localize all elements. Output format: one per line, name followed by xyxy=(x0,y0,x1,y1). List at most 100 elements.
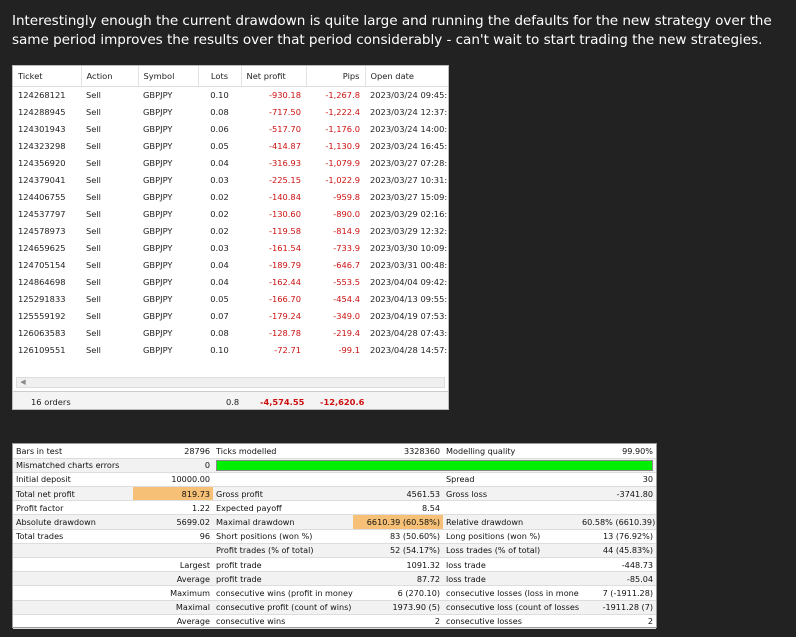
report-label: profit trade xyxy=(213,571,353,587)
report-row: Largest profit trade 1091.32 loss trade -448… xyxy=(13,557,657,573)
report-value xyxy=(353,472,444,488)
col-header-net-profit[interactable]: Net profit xyxy=(241,66,307,87)
col-header-lots[interactable]: Lots xyxy=(198,66,242,87)
order-row[interactable]: 124356920 Sell GBPJPY 0.04 -316.93 -1,079.9 20… xyxy=(13,154,448,171)
order-row[interactable]: 124659625 Sell GBPJPY 0.03 -161.54 -733.9 2023… xyxy=(13,239,449,256)
report-value: 99.90% xyxy=(579,444,657,459)
order-action: Sell xyxy=(86,327,101,338)
order-ticket: 124705154 xyxy=(18,259,66,270)
report-label: Gross profit xyxy=(213,486,353,502)
order-row[interactable]: 124323298 Sell GBPJPY 0.05 -414.87 -1,130.9 20… xyxy=(13,137,448,154)
col-header-action[interactable]: Action xyxy=(81,66,139,87)
order-action: Sell xyxy=(86,259,101,270)
order-symbol: GBPJPY xyxy=(143,344,173,355)
report-stat-kind: Average xyxy=(133,614,213,629)
order-pips: -1,222.4 xyxy=(325,106,360,117)
order-row[interactable]: 124379041 Sell GBPJPY 0.03 -225.15 -1,022.9 20… xyxy=(13,171,449,188)
order-pips: -454.4 xyxy=(333,293,360,304)
col-header-pips[interactable]: Pips xyxy=(306,66,366,87)
order-pips: -733.9 xyxy=(333,242,360,253)
report-value: 52 (54.17%) xyxy=(353,543,444,559)
report-stat-kind: Average xyxy=(133,571,213,587)
report-value: 44 (45.83%) xyxy=(579,543,657,559)
report-label xyxy=(13,543,133,559)
order-open-date: 2023/03/29 12:32:... xyxy=(370,225,449,236)
report-label: Bars in test xyxy=(13,444,133,459)
orders-table-panel: Ticket Action Symbol Lots Net profit Pip… xyxy=(12,65,449,410)
order-pips: -1,267.8 xyxy=(325,89,360,100)
report-value xyxy=(133,543,213,559)
report-row: Mismatched charts errors 0 xyxy=(13,458,657,473)
report-value: 96 xyxy=(133,529,213,544)
report-label xyxy=(443,500,580,516)
report-label: Ticks modelled xyxy=(213,444,353,459)
report-stat-kind: Maximal xyxy=(133,600,213,615)
report-label xyxy=(13,585,133,601)
report-value: 13 (76.92%) xyxy=(579,529,657,544)
report-label: Profit factor xyxy=(13,500,133,516)
order-row[interactable]: 126109551 Sell GBPJPY 0.10 -72.71 -99.1 2023/0… xyxy=(13,341,448,358)
order-row[interactable]: 124301943 Sell GBPJPY 0.06 -517.70 -1,176.0 20… xyxy=(13,120,448,137)
order-action: Sell xyxy=(86,140,101,151)
order-lots: 0.07 xyxy=(210,310,229,321)
order-net-profit: -225.15 xyxy=(268,174,301,185)
order-ticket: 125559192 xyxy=(18,310,66,321)
orders-total-pips: -12,620.6 xyxy=(320,397,365,407)
order-net-profit: -128.78 xyxy=(268,327,301,338)
order-row[interactable]: 126063583 Sell GBPJPY 0.08 -128.78 -219.4 2023… xyxy=(13,324,448,341)
order-pips: -1,079.9 xyxy=(325,157,360,168)
order-row[interactable]: 124537797 Sell GBPJPY 0.02 -130.60 -890.0 2023… xyxy=(13,205,449,222)
report-row: Bars in test 28796 Ticks modelled 3328360 Mo… xyxy=(13,444,657,459)
order-row[interactable]: 124578973 Sell GBPJPY 0.02 -119.58 -814.9 2023… xyxy=(13,222,449,239)
order-row[interactable]: 124705154 Sell GBPJPY 0.04 -189.79 -646.7 2023… xyxy=(13,256,448,273)
orders-table: Ticket Action Symbol Lots Net profit Pip… xyxy=(13,66,449,358)
order-row[interactable]: 124406755 Sell GBPJPY 0.02 -140.84 -959.8 2023… xyxy=(13,188,448,205)
report-label xyxy=(13,600,133,615)
order-symbol: GBPJPY xyxy=(143,208,173,219)
report-label: Absolute drawdown xyxy=(13,514,133,530)
order-row[interactable]: 125291833 Sell GBPJPY 0.05 -166.70 -454.4 2023… xyxy=(13,290,448,307)
horizontal-scrollbar[interactable]: ◀ xyxy=(16,377,445,388)
order-action: Sell xyxy=(86,344,101,355)
report-label: Relative drawdown xyxy=(443,514,580,530)
report-row: Absolute drawdown 5699.02 Maximal drawdown… xyxy=(13,514,657,530)
orders-total-net-profit: -4,574.55 xyxy=(260,397,305,407)
order-ticket: 124659625 xyxy=(18,242,66,253)
order-row[interactable]: 125559192 Sell GBPJPY 0.07 -179.24 -349.0 2023… xyxy=(13,307,448,324)
report-value: 10000.00 xyxy=(133,472,213,488)
order-symbol: GBPJPY xyxy=(143,123,173,134)
order-symbol: GBPJPY xyxy=(143,140,173,151)
report-row: Total trades 96 Short positions (won %) 83 … xyxy=(13,529,657,544)
report-stat-kind: Largest xyxy=(133,557,213,573)
order-action: Sell xyxy=(86,310,101,321)
order-row[interactable]: 124268121 Sell GBPJPY 0.10 -930.18 -1,267.8 20… xyxy=(13,86,448,103)
report-value: 8.54 xyxy=(353,500,444,516)
order-lots: 0.05 xyxy=(210,140,229,151)
order-open-date: 2023/03/29 02:16:... xyxy=(370,208,449,219)
report-value: 1091.32 xyxy=(353,557,444,573)
report-label: Profit trades (% of total) xyxy=(213,543,353,559)
order-open-date: 2023/03/30 10:09:... xyxy=(370,242,449,253)
col-header-symbol[interactable]: Symbol xyxy=(138,66,199,87)
order-row[interactable]: 124288945 Sell GBPJPY 0.08 -717.50 -1,222.4 20… xyxy=(13,103,448,120)
order-symbol: GBPJPY xyxy=(143,293,173,304)
report-row: Profit trades (% of total) 52 (54.17%) Los… xyxy=(13,543,657,559)
scroll-left-arrow-icon[interactable]: ◀ xyxy=(18,378,28,387)
order-action: Sell xyxy=(86,106,101,117)
order-open-date: 2023/03/27 10:31:... xyxy=(370,174,449,185)
report-value xyxy=(579,500,657,516)
order-row[interactable]: 124864698 Sell GBPJPY 0.04 -162.44 -553.5 2023… xyxy=(13,273,448,290)
report-row: Profit factor 1.22 Expected payoff 8.54 xyxy=(13,500,657,516)
report-label: Spread xyxy=(443,472,580,488)
order-ticket: 126063583 xyxy=(18,327,66,338)
report-value: 60.58% (6610.39) xyxy=(579,514,657,530)
strategy-tester-report: Bars in test 28796 Ticks modelled 3328360 Mo… xyxy=(12,443,657,629)
order-net-profit: -130.60 xyxy=(268,208,301,219)
order-lots: 0.08 xyxy=(210,106,229,117)
order-ticket: 124301943 xyxy=(18,123,66,134)
order-lots: 0.03 xyxy=(210,174,229,185)
report-value: 819.73 xyxy=(133,486,213,502)
col-header-ticket[interactable]: Ticket xyxy=(13,66,82,87)
report-value: 4561.53 xyxy=(353,486,444,502)
col-header-open-date[interactable]: Open date xyxy=(365,66,448,87)
